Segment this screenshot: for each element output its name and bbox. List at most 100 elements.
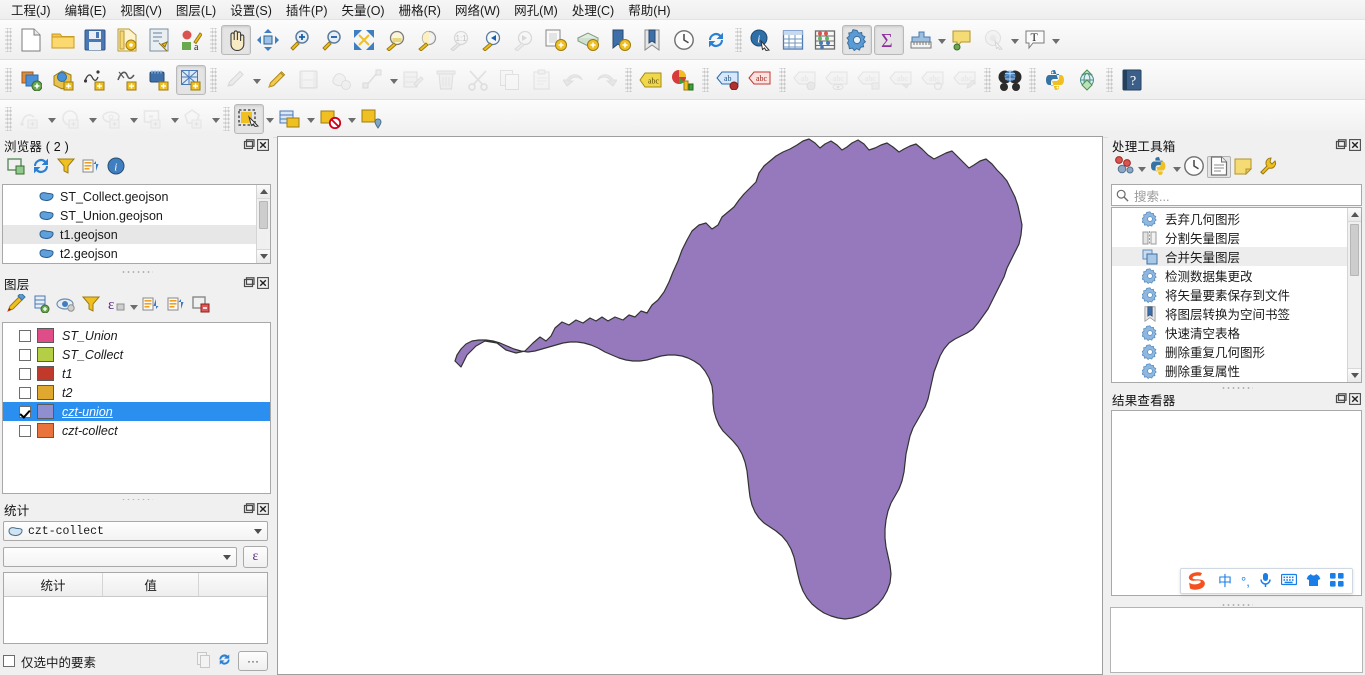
layer-item-czt-union[interactable]: czt-union: [3, 402, 270, 421]
filter-legend-by-expression-icon[interactable]: ε: [104, 294, 128, 316]
chevron-down-icon[interactable]: [252, 65, 261, 95]
field-calculator-icon[interactable]: [810, 25, 840, 55]
toolbar-grip[interactable]: [5, 27, 12, 52]
chevron-down-icon[interactable]: [218, 548, 236, 566]
processing-algorithm-item[interactable]: 检测数据集更改: [1112, 266, 1361, 285]
float-panel-icon[interactable]: [1335, 139, 1347, 151]
chevron-down-icon[interactable]: [1010, 25, 1019, 55]
results-viewer-icon[interactable]: [1207, 155, 1231, 178]
layer-visibility-checkbox[interactable]: [19, 367, 31, 380]
zoom-full-icon[interactable]: [349, 25, 379, 55]
menu-project[interactable]: 工程(J): [4, 0, 58, 21]
ime-punctuation-button[interactable]: °,: [1241, 575, 1250, 588]
chevron-down-icon[interactable]: [88, 104, 97, 134]
expand-all-icon[interactable]: [139, 294, 163, 316]
chevron-down-icon[interactable]: [129, 104, 138, 134]
browser-item[interactable]: t1.geojson: [3, 225, 270, 244]
new-project-icon[interactable]: [16, 25, 46, 55]
statistics-column-header[interactable]: 统计: [4, 573, 103, 596]
toolbar-grip[interactable]: [1029, 67, 1036, 92]
processing-algorithm-item[interactable]: 删除重复属性: [1112, 361, 1361, 380]
add-raster-layer-icon[interactable]: [48, 65, 78, 95]
menu-layer[interactable]: 图层(L): [169, 0, 223, 21]
menu-mesh[interactable]: 网孔(M): [507, 0, 565, 21]
layer-labeling-icon[interactable]: abc: [636, 65, 666, 95]
browser-item[interactable]: t2.geojson: [3, 244, 270, 263]
browser-scrollbar[interactable]: [256, 185, 270, 263]
processing-algorithm-item[interactable]: 丢弃几何图形: [1112, 209, 1361, 228]
style-manager-icon[interactable]: a: [176, 25, 206, 55]
pan-to-selection-icon[interactable]: [253, 25, 283, 55]
measure-line-icon[interactable]: [906, 25, 936, 55]
toolbar-grip[interactable]: [735, 27, 742, 52]
layers-tree[interactable]: ST_Union ST_Collect t1 t2 czt-union czt-colle…: [2, 322, 271, 494]
processing-algorithm-list[interactable]: 丢弃几何图形 分割矢量图层 合并矢量图层 检测数据集更改 将矢量要素保存到文件 将图层转换…: [1111, 207, 1362, 383]
menu-processing[interactable]: 处理(C): [565, 0, 621, 21]
map-tips-icon[interactable]: [947, 25, 977, 55]
new-3d-map-view-icon[interactable]: [573, 25, 603, 55]
processing-algorithm-item[interactable]: 将图层转换为空间书签: [1112, 304, 1361, 323]
toolbar-grip[interactable]: [779, 67, 786, 92]
metasearch-icon[interactable]: [995, 65, 1025, 95]
refresh-map-icon[interactable]: [701, 25, 731, 55]
toolbar-grip[interactable]: [223, 106, 230, 131]
map-canvas[interactable]: [277, 136, 1103, 675]
processing-algorithm-item[interactable]: 合并矢量图层: [1112, 247, 1361, 266]
select-value-icon[interactable]: [357, 104, 387, 134]
chevron-down-icon[interactable]: [389, 65, 398, 95]
options-icon[interactable]: [842, 24, 872, 55]
toolbar-grip[interactable]: [210, 67, 217, 92]
crs-selector-icon[interactable]: [1072, 65, 1102, 95]
float-panel-icon[interactable]: [243, 139, 255, 151]
chevron-down-icon[interactable]: [1137, 156, 1146, 178]
close-panel-icon[interactable]: [257, 139, 269, 151]
processing-algorithm-item[interactable]: 删除重复几何图形: [1112, 342, 1361, 361]
python-console-icon[interactable]: [1040, 65, 1070, 95]
layer-visibility-checkbox[interactable]: [19, 405, 31, 418]
add-delimited-text-layer-icon[interactable]: [80, 65, 110, 95]
float-panel-icon[interactable]: [1335, 393, 1347, 405]
open-layer-styling-panel-icon[interactable]: [4, 291, 28, 316]
toolbar-grip[interactable]: [210, 27, 217, 52]
layer-item-ST_Union[interactable]: ST_Union: [3, 326, 270, 345]
zoom-to-layer-icon[interactable]: [413, 25, 443, 55]
ime-skin-button[interactable]: [1306, 573, 1321, 590]
toggle-editing-icon[interactable]: [262, 65, 292, 95]
scroll-thumb[interactable]: [259, 201, 268, 229]
menu-settings[interactable]: 设置(S): [223, 0, 279, 21]
zoom-in-icon[interactable]: [285, 25, 315, 55]
temporal-controller-icon[interactable]: [669, 25, 699, 55]
add-group-icon[interactable]: [29, 294, 53, 316]
ime-chinese-mode-button[interactable]: 中: [1218, 574, 1232, 588]
scroll-down-icon[interactable]: [1348, 368, 1361, 382]
menu-view[interactable]: 视图(V): [113, 0, 169, 21]
processing-search-input[interactable]: 搜索...: [1111, 184, 1362, 206]
processing-options-icon[interactable]: [1257, 156, 1281, 178]
filter-legend-icon[interactable]: [79, 294, 103, 316]
edit-model-icon[interactable]: [1232, 156, 1256, 178]
close-panel-icon[interactable]: [1349, 393, 1361, 405]
add-selected-layers-icon[interactable]: [4, 156, 28, 178]
identify-features-icon[interactable]: i: [746, 25, 776, 55]
models-icon[interactable]: [1112, 155, 1136, 178]
ime-voice-input-button[interactable]: [1259, 572, 1272, 591]
sogou-logo-icon[interactable]: [1185, 570, 1209, 592]
chevron-down-icon[interactable]: [265, 104, 274, 134]
close-panel-icon[interactable]: [1349, 139, 1361, 151]
chevron-down-icon[interactable]: [47, 104, 56, 134]
browser-item[interactable]: ST_Collect.geojson: [3, 187, 270, 206]
collapse-all-icon[interactable]: [164, 294, 188, 316]
menu-help[interactable]: 帮助(H): [621, 0, 677, 21]
select-features-icon[interactable]: [234, 103, 264, 134]
close-panel-icon[interactable]: [257, 503, 269, 515]
layer-item-t1[interactable]: t1: [3, 364, 270, 383]
menu-edit[interactable]: 编辑(E): [58, 0, 114, 21]
chevron-down-icon[interactable]: [306, 104, 315, 134]
scripts-icon[interactable]: [1147, 156, 1171, 178]
toolbar-grip[interactable]: [5, 67, 12, 92]
open-attribute-table-icon[interactable]: [778, 25, 808, 55]
add-vector-layer-icon[interactable]: [16, 65, 46, 95]
ime-soft-keyboard-button[interactable]: [1280, 573, 1297, 589]
menu-plugins[interactable]: 插件(P): [279, 0, 335, 21]
refresh-browser-icon[interactable]: [29, 156, 53, 178]
